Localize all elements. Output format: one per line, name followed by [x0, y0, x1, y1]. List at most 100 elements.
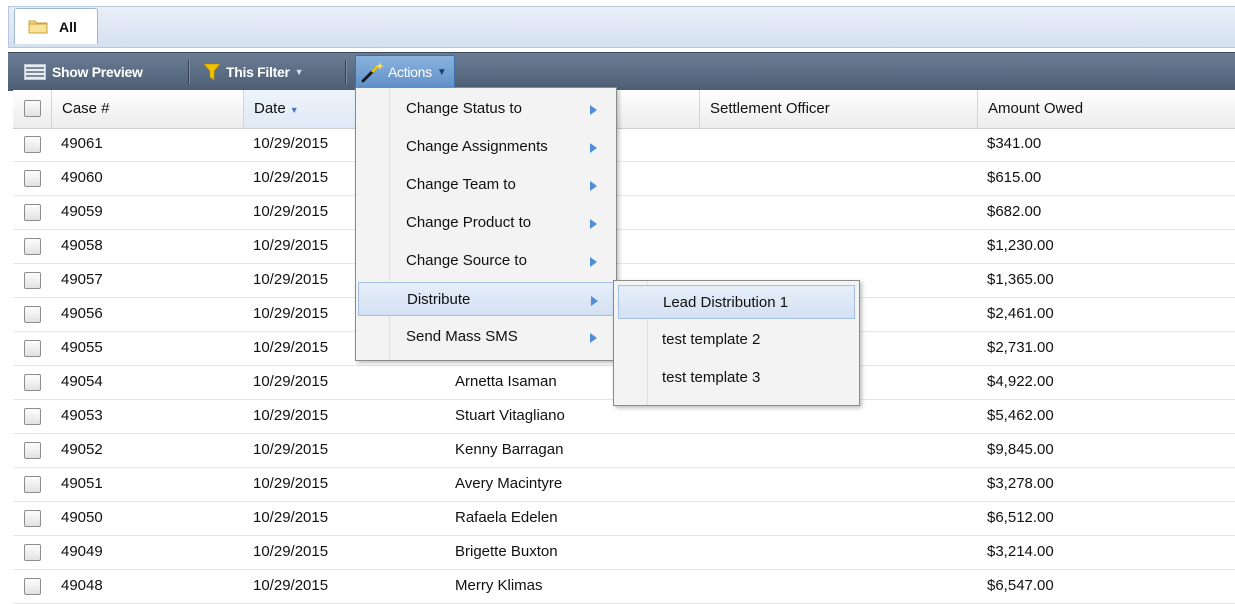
case-number-cell: 49053	[61, 407, 103, 424]
row-checkbox[interactable]	[24, 510, 41, 527]
column-label: Date	[254, 100, 286, 117]
row-checkbox[interactable]	[24, 374, 41, 391]
row-checkbox[interactable]	[24, 272, 41, 289]
submenu-item-lead-distribution-1[interactable]: Lead Distribution 1	[618, 285, 855, 319]
row-checkbox[interactable]	[24, 442, 41, 459]
menu-item-label: Change Team to	[406, 176, 516, 193]
actions-button[interactable]: Actions ▼	[355, 55, 456, 89]
row-checkbox[interactable]	[24, 544, 41, 561]
row-checkbox[interactable]	[24, 306, 41, 323]
submenu-arrow-icon	[590, 333, 597, 343]
row-checkbox[interactable]	[24, 238, 41, 255]
date-cell: 10/29/2015	[253, 373, 329, 390]
actions-menu: Change Status to Change Assignments Change…	[355, 87, 617, 361]
table-row[interactable]: 49058 10/29/2015 $1,230.00	[13, 230, 1235, 264]
magic-wand-icon	[361, 62, 384, 83]
case-number-cell: 49052	[61, 441, 103, 458]
case-number-cell: 49048	[61, 577, 103, 594]
table-row[interactable]: 49048 10/29/2015 Merry Klimas $6,547.00	[13, 570, 1235, 604]
menu-item-label: Change Assignments	[406, 138, 548, 155]
name-cell: Brigette Buxton	[455, 543, 558, 560]
date-cell: 10/29/2015	[253, 509, 329, 526]
submenu-arrow-icon	[590, 143, 597, 153]
table-row[interactable]: 49061 10/29/2015 $341.00	[13, 128, 1235, 162]
submenu-item-test-template-3[interactable]: test template 3	[618, 361, 855, 395]
amount-owed-cell: $4,922.00	[987, 373, 1054, 390]
grid-header: Case # Date ▼ Settlement Officer Amount O…	[13, 90, 1235, 129]
date-cell: 10/29/2015	[253, 475, 329, 492]
menu-item-change-status-to[interactable]: Change Status to	[358, 92, 614, 126]
name-cell: Stuart Vitagliano	[455, 407, 565, 424]
menu-item-label: Send Mass SMS	[406, 328, 518, 345]
amount-owed-cell: $341.00	[987, 135, 1042, 152]
case-number-cell: 49055	[61, 339, 103, 356]
case-number-cell: 49059	[61, 203, 103, 220]
menu-item-send-mass-sms[interactable]: Send Mass SMS	[358, 320, 614, 354]
menu-item-change-product-to[interactable]: Change Product to	[358, 206, 614, 240]
amount-owed-cell: $2,731.00	[987, 339, 1054, 356]
menu-item-label: Change Status to	[406, 100, 522, 117]
column-header-settlement-officer[interactable]: Settlement Officer	[699, 90, 977, 128]
date-cell: 10/29/2015	[253, 203, 329, 220]
table-row[interactable]: 49049 10/29/2015 Brigette Buxton $3,214.00	[13, 536, 1235, 570]
row-checkbox[interactable]	[24, 170, 41, 187]
menu-item-change-source-to[interactable]: Change Source to	[358, 244, 614, 278]
menu-item-change-team-to[interactable]: Change Team to	[358, 168, 614, 202]
date-cell: 10/29/2015	[253, 543, 329, 560]
column-label: Case #	[62, 100, 110, 117]
amount-owed-cell: $9,845.00	[987, 441, 1054, 458]
date-cell: 10/29/2015	[253, 271, 329, 288]
toolbar-divider	[188, 60, 190, 84]
menu-item-label: Distribute	[407, 291, 471, 308]
submenu-item-label: test template 2	[662, 331, 761, 348]
this-filter-button[interactable]: This Filter ▼	[204, 53, 304, 91]
distribute-submenu: Lead Distribution 1 test template 2 test t…	[613, 280, 860, 406]
submenu-arrow-icon	[590, 181, 597, 191]
row-checkbox[interactable]	[24, 340, 41, 357]
chevron-down-icon: ▼	[294, 67, 304, 77]
case-number-cell: 49050	[61, 509, 103, 526]
table-row[interactable]: 49052 10/29/2015 Kenny Barragan $9,845.00	[13, 434, 1235, 468]
menu-item-label: Change Product to	[406, 214, 532, 231]
preview-icon	[24, 64, 46, 80]
column-header-date[interactable]: Date ▼	[243, 90, 356, 128]
column-header-case[interactable]: Case #	[51, 90, 243, 128]
filter-icon	[204, 64, 220, 80]
submenu-item-test-template-2[interactable]: test template 2	[618, 323, 855, 357]
show-preview-button[interactable]: Show Preview	[24, 53, 143, 91]
menu-item-change-assignments[interactable]: Change Assignments	[358, 130, 614, 164]
row-checkbox[interactable]	[24, 408, 41, 425]
case-number-cell: 49051	[61, 475, 103, 492]
row-checkbox[interactable]	[24, 578, 41, 595]
table-row[interactable]: 49060 10/29/2015 $615.00	[13, 162, 1235, 196]
menu-item-label: Change Source to	[406, 252, 527, 269]
table-row[interactable]: 49051 10/29/2015 Avery Macintyre $3,278.00	[13, 468, 1235, 502]
case-number-cell: 49057	[61, 271, 103, 288]
case-number-cell: 49060	[61, 169, 103, 186]
amount-owed-cell: $1,230.00	[987, 237, 1054, 254]
column-header-amount-owed[interactable]: Amount Owed	[977, 90, 1230, 128]
select-all-checkbox[interactable]	[24, 100, 41, 117]
row-checkbox[interactable]	[24, 136, 41, 153]
tab-all[interactable]: All	[14, 8, 98, 44]
case-number-cell: 49056	[61, 305, 103, 322]
actions-label: Actions	[388, 64, 432, 80]
case-number-cell: 49049	[61, 543, 103, 560]
tab-all-label: All	[59, 19, 77, 35]
case-number-cell: 49061	[61, 135, 103, 152]
tab-bar: All	[0, 0, 1235, 48]
date-cell: 10/29/2015	[253, 339, 329, 356]
row-checkbox[interactable]	[24, 204, 41, 221]
submenu-arrow-icon	[590, 219, 597, 229]
row-checkbox[interactable]	[24, 476, 41, 493]
table-row[interactable]: 49059 10/29/2015 $682.00	[13, 196, 1235, 230]
folder-icon	[28, 20, 48, 34]
name-cell: Rafaela Edelen	[455, 509, 558, 526]
submenu-item-label: Lead Distribution 1	[663, 294, 789, 311]
name-cell: Arnetta Isaman	[455, 373, 557, 390]
date-cell: 10/29/2015	[253, 441, 329, 458]
date-cell: 10/29/2015	[253, 237, 329, 254]
table-row[interactable]: 49050 10/29/2015 Rafaela Edelen $6,512.00	[13, 502, 1235, 536]
menu-item-distribute[interactable]: Distribute	[358, 282, 614, 316]
amount-owed-cell: $5,462.00	[987, 407, 1054, 424]
